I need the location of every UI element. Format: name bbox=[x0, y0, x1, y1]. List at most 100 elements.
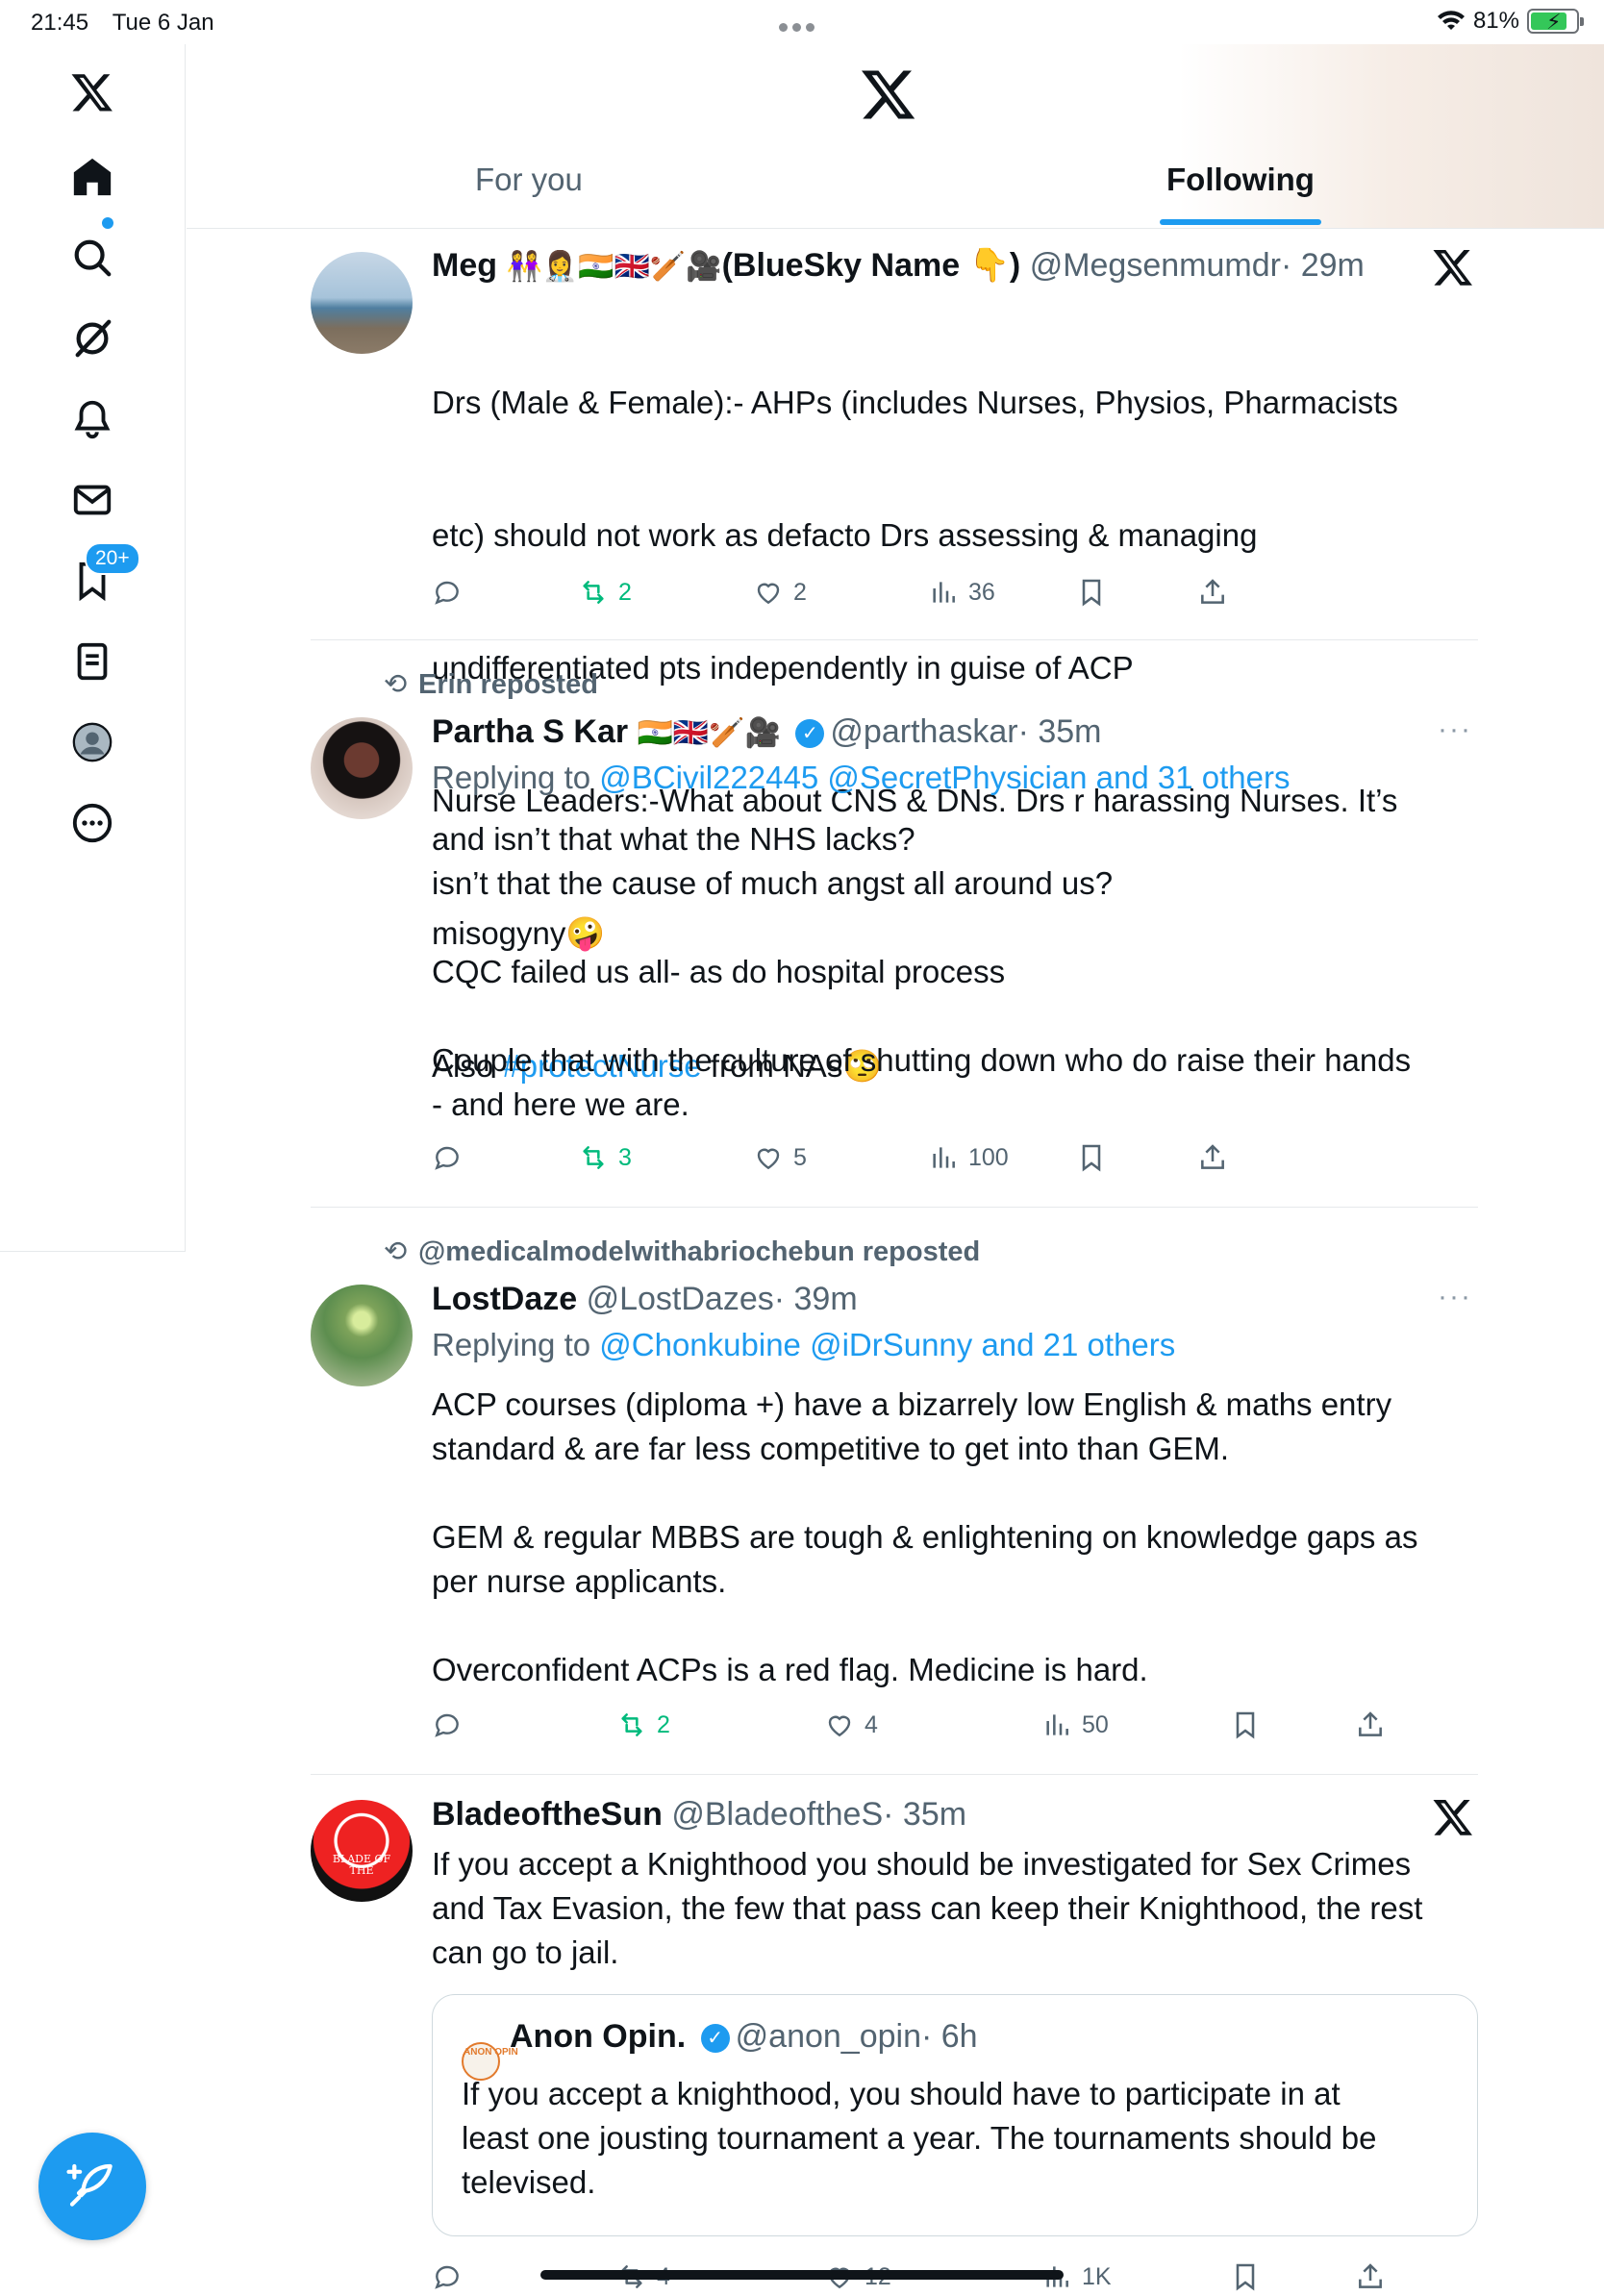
author-name[interactable]: BladeoftheSun bbox=[432, 1796, 663, 1833]
reply-icon bbox=[435, 581, 459, 605]
tweet-header: LostDaze @LostDazes· 39m bbox=[432, 1281, 858, 1318]
views-button[interactable]: 50 bbox=[1041, 1706, 1109, 1744]
share-icon bbox=[1359, 2263, 1382, 2288]
repost-icon: ⟲ bbox=[384, 669, 408, 700]
author-name[interactable]: LostDaze bbox=[432, 1281, 577, 1317]
reply-button[interactable] bbox=[432, 573, 472, 611]
more-options-icon[interactable]: ··· bbox=[1438, 1281, 1472, 1313]
bookmark-button[interactable] bbox=[1076, 1138, 1107, 1177]
like-count: 2 bbox=[793, 578, 807, 606]
like-button[interactable]: 5 bbox=[753, 1138, 807, 1177]
bookmark-icon bbox=[1082, 579, 1101, 607]
repost-indicator: ⟲ @medicalmodelwithabriochebun reposted bbox=[384, 1235, 980, 1268]
profile-icon[interactable] bbox=[63, 713, 121, 771]
search-icon[interactable] bbox=[63, 229, 121, 287]
author-name[interactable]: Meg bbox=[432, 247, 497, 284]
tweet[interactable]: Meg 👭👩‍⚕️🇮🇳🇬🇧🏏🎥(BlueSky Name 👇) @Megsenm… bbox=[311, 229, 1478, 1084]
x-logo-icon[interactable] bbox=[63, 63, 121, 121]
status-time: 21:45 bbox=[31, 10, 89, 36]
bookmark-button[interactable] bbox=[1230, 2258, 1261, 2296]
repost-button[interactable]: 2 bbox=[578, 573, 632, 611]
author-handle[interactable]: @BladeoftheS bbox=[671, 1796, 883, 1833]
quoted-tweet[interactable]: ANON OPINAnon Opin. ✓ @anon_opin· 6h If y… bbox=[432, 1994, 1478, 2236]
tweet-header: Meg 👭👩‍⚕️🇮🇳🇬🇧🏏🎥(BlueSky Name 👇) @Megsenm… bbox=[432, 246, 1365, 285]
heart-icon bbox=[757, 583, 780, 605]
home-icon[interactable] bbox=[63, 148, 121, 206]
bookmark-icon bbox=[1236, 2263, 1255, 2291]
reply-button[interactable] bbox=[432, 1706, 472, 1744]
like-button[interactable]: 2 bbox=[753, 573, 807, 611]
avatar[interactable] bbox=[311, 717, 413, 819]
reply-icon bbox=[435, 1713, 459, 1737]
tweet[interactable]: ⟲ @medicalmodelwithabriochebun reposted L… bbox=[311, 1208, 1478, 1773]
quoted-author-name[interactable]: Anon Opin. bbox=[510, 2018, 686, 2055]
verified-badge-icon: ✓ bbox=[700, 2024, 730, 2053]
repost-button[interactable]: 2 bbox=[616, 1706, 670, 1744]
author-handle[interactable]: @Megsenmumdr bbox=[1030, 247, 1281, 284]
share-button[interactable] bbox=[1197, 573, 1228, 611]
share-button[interactable] bbox=[1355, 1706, 1386, 1744]
tweet[interactable]: BLADE OF THE BladeoftheSun @BladeoftheS·… bbox=[311, 1775, 1478, 2296]
tab-following[interactable]: Following bbox=[1166, 162, 1315, 198]
repost-button[interactable]: 3 bbox=[578, 1138, 632, 1177]
repost-by-text[interactable]: @medicalmodelwithabriochebun reposted bbox=[418, 1236, 980, 1267]
avatar-text: BLADE OF THE bbox=[332, 1853, 391, 1877]
more-options-icon[interactable]: ··· bbox=[1438, 713, 1472, 746]
repost-icon bbox=[621, 1713, 642, 1736]
tweet-text: and isn’t that what the NHS lacks? isn’t… bbox=[432, 821, 1412, 1122]
share-button[interactable] bbox=[1197, 1138, 1228, 1177]
notifications-icon[interactable] bbox=[63, 390, 121, 448]
views-button[interactable]: 100 bbox=[928, 1138, 1009, 1177]
avatar[interactable] bbox=[311, 1285, 413, 1386]
compose-button[interactable] bbox=[38, 2133, 146, 2240]
avatar[interactable]: BLADE OF THE bbox=[311, 1800, 413, 1902]
views-icon bbox=[1046, 1714, 1068, 1735]
share-button[interactable] bbox=[1355, 2258, 1386, 2296]
tweet-text: ACP courses (diploma +) have a bizarrely… bbox=[432, 1386, 1418, 1687]
x-logo-icon[interactable] bbox=[860, 65, 917, 123]
sidebar-divider bbox=[0, 1251, 186, 1252]
quoted-author-handle[interactable]: @anon_opin bbox=[736, 2018, 921, 2055]
tweet-text: If you accept a Knighthood you should be… bbox=[432, 1846, 1423, 1970]
author-handle[interactable]: @parthaskar bbox=[830, 713, 1017, 750]
avatar[interactable] bbox=[311, 252, 413, 354]
status-bar: 21:45 Tue 6 Jan 81% ⚡ bbox=[0, 0, 1604, 44]
tweet[interactable]: ⟲ Erin reposted Partha S Kar 🇮🇳🇬🇧🏏🎥 ✓ @par… bbox=[311, 640, 1478, 1206]
author-handle[interactable]: @LostDazes bbox=[587, 1281, 774, 1317]
reply-icon bbox=[435, 1146, 459, 1170]
multitask-dots-icon[interactable] bbox=[779, 19, 825, 32]
grok-icon[interactable] bbox=[63, 310, 121, 367]
more-icon[interactable] bbox=[63, 794, 121, 852]
battery-icon: ⚡ bbox=[1527, 9, 1584, 34]
lists-icon[interactable] bbox=[63, 633, 121, 690]
share-icon bbox=[1201, 1144, 1224, 1169]
verified-badge-icon: ✓ bbox=[795, 719, 825, 748]
x-logo-icon[interactable] bbox=[1432, 246, 1474, 288]
view-count: 36 bbox=[968, 578, 995, 606]
view-count: 1K bbox=[1082, 2262, 1112, 2290]
tweet-actions: 2 4 50 bbox=[432, 1706, 1470, 1744]
tweet-actions: 3 5 100 bbox=[432, 1138, 1470, 1177]
messages-icon[interactable] bbox=[63, 471, 121, 529]
tweet-time: · 35m bbox=[883, 1796, 967, 1833]
heart-icon bbox=[828, 1715, 851, 1737]
replying-to: Replying to @BCivil222445 @SecretPhysici… bbox=[432, 760, 1290, 796]
wifi-icon bbox=[1437, 11, 1465, 30]
bookmark-button[interactable] bbox=[1076, 573, 1107, 611]
repost-by-text[interactable]: Erin reposted bbox=[418, 669, 598, 700]
replying-to-users[interactable]: @Chonkubine @iDrSunny and 21 others bbox=[599, 1327, 1175, 1362]
x-logo-icon[interactable] bbox=[1432, 1796, 1474, 1838]
replying-to-users[interactable]: @BCivil222445 @SecretPhysician and 31 ot… bbox=[599, 760, 1290, 795]
home-indicator[interactable] bbox=[540, 2270, 1064, 2280]
battery-percent: 81% bbox=[1472, 8, 1519, 34]
bookmark-button[interactable] bbox=[1230, 1706, 1261, 1744]
reply-button[interactable] bbox=[432, 2258, 472, 2296]
like-count: 4 bbox=[865, 1710, 878, 1738]
author-name-emoji: 👭👩‍⚕️🇮🇳🇬🇧🏏🎥 bbox=[506, 250, 722, 284]
reply-button[interactable] bbox=[432, 1138, 472, 1177]
author-name[interactable]: Partha S Kar bbox=[432, 713, 628, 750]
tab-for-you[interactable]: For you bbox=[475, 162, 583, 198]
views-button[interactable]: 36 bbox=[928, 573, 995, 611]
like-button[interactable]: 4 bbox=[824, 1706, 878, 1744]
view-count: 100 bbox=[968, 1143, 1009, 1171]
